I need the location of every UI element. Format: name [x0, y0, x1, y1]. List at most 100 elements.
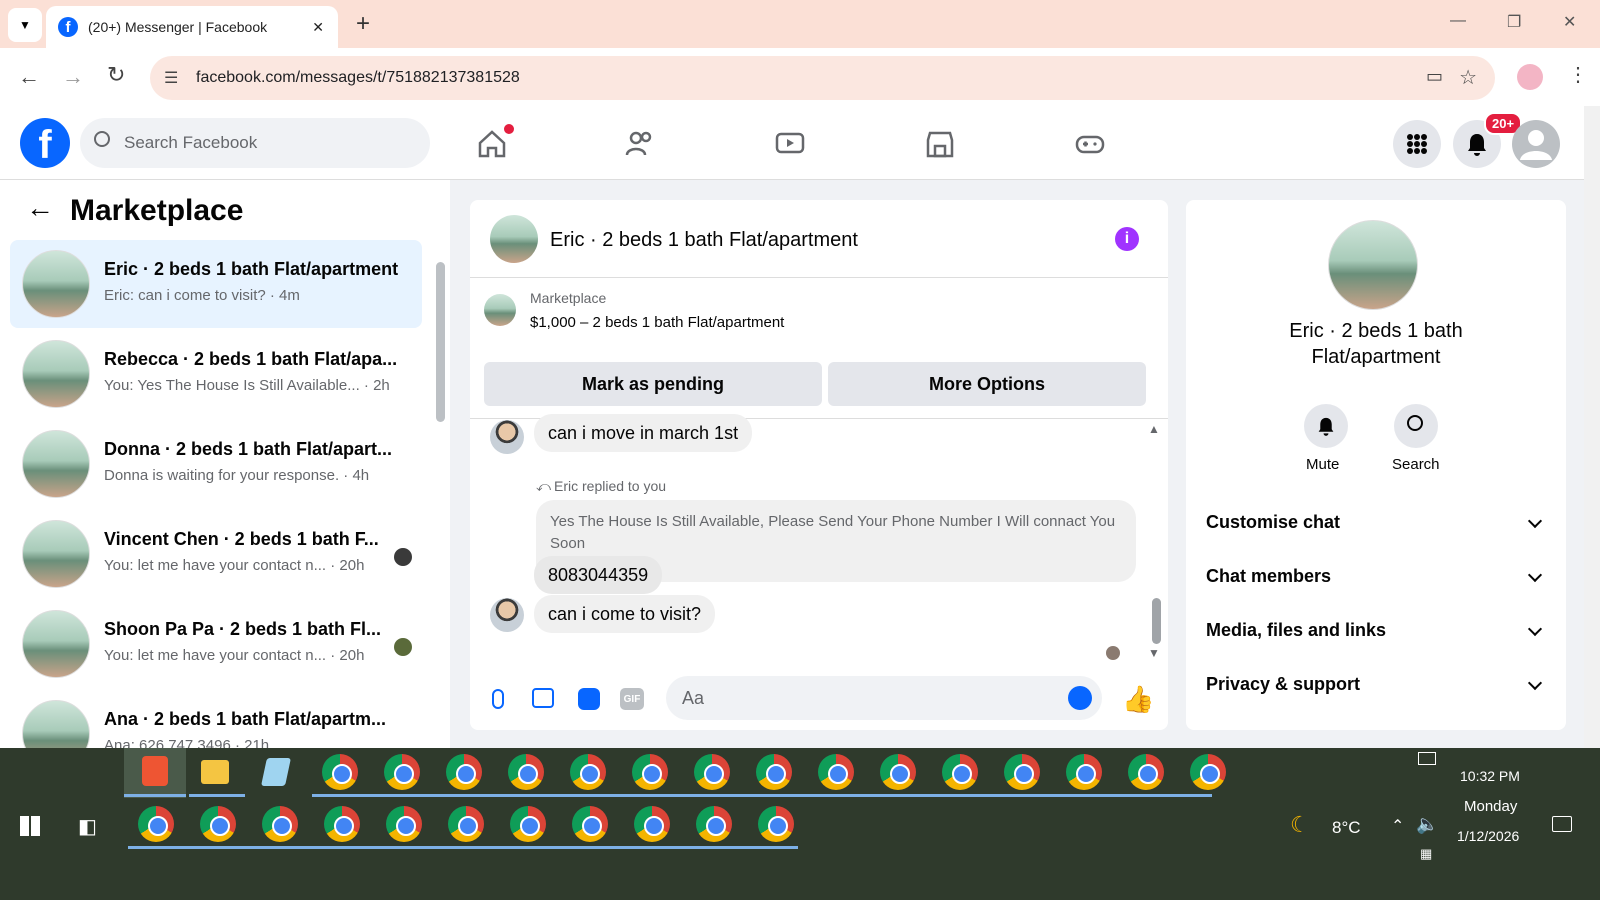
- new-tab-button[interactable]: +: [356, 10, 370, 38]
- like-icon[interactable]: 👍: [1122, 684, 1154, 715]
- media-files-links-section[interactable]: Media, files and links: [1206, 620, 1546, 641]
- browser-menu-icon[interactable]: ⋮: [1568, 62, 1588, 87]
- chrome-profile-icon[interactable]: [1066, 754, 1102, 790]
- chrome-profile-icon[interactable]: [384, 754, 420, 790]
- marketplace-nav-icon[interactable]: [920, 124, 960, 164]
- mark-as-pending-button[interactable]: Mark as pending: [484, 362, 822, 406]
- chrome-profile-icon[interactable]: [1128, 754, 1164, 790]
- chrome-profile-icon[interactable]: [632, 754, 668, 790]
- install-app-icon[interactable]: ▭: [1426, 66, 1443, 87]
- scroll-down-icon[interactable]: ▼: [1148, 646, 1160, 660]
- page-scrollbar[interactable]: [1584, 106, 1600, 748]
- account-avatar[interactable]: [1512, 120, 1560, 168]
- chrome-profile-icon[interactable]: [756, 754, 792, 790]
- network-icon[interactable]: ▦: [1420, 846, 1432, 862]
- profile-avatar-large: [1328, 220, 1418, 310]
- chrome-profile-icon[interactable]: [1004, 754, 1040, 790]
- privacy-support-section[interactable]: Privacy & support: [1206, 674, 1546, 695]
- chrome-profile-icon[interactable]: [572, 806, 608, 842]
- chrome-profile-icon[interactable]: [262, 806, 298, 842]
- speaker-icon[interactable]: 🔈: [1416, 814, 1438, 835]
- chrome-profile-icon[interactable]: [446, 754, 482, 790]
- chrome-profile-icon[interactable]: [942, 754, 978, 790]
- chrome-profile-icon[interactable]: [880, 754, 916, 790]
- notepad-icon[interactable]: [261, 758, 291, 786]
- start-button-windows-icon[interactable]: [20, 816, 40, 836]
- minimize-button[interactable]: —: [1450, 12, 1466, 30]
- restore-button[interactable]: ❐: [1507, 12, 1521, 32]
- url-text: facebook.com/messages/t/751882137381528: [196, 69, 520, 86]
- pinned-app-icon[interactable]: [124, 748, 186, 798]
- chrome-profile-icon[interactable]: [508, 754, 544, 790]
- tray-chevron-up-icon[interactable]: ⌃: [1391, 816, 1404, 836]
- customise-chat-section[interactable]: Customise chat: [1206, 512, 1546, 533]
- chrome-profile-icon[interactable]: [448, 806, 484, 842]
- forward-icon[interactable]: →: [62, 64, 84, 90]
- clock-date[interactable]: 1/12/2026: [1457, 828, 1519, 844]
- sticker-icon[interactable]: [578, 688, 600, 710]
- chrome-profile-icon[interactable]: [1190, 754, 1226, 790]
- conversation-item-donna[interactable]: Donna · 2 beds 1 bath Flat/apart... Donn…: [10, 420, 422, 508]
- video-nav-icon[interactable]: [770, 124, 810, 164]
- chrome-profile-icon[interactable]: [138, 806, 174, 842]
- conversation-item-vincent[interactable]: Vincent Chen · 2 beds 1 bath F... You: l…: [10, 510, 422, 598]
- chrome-profile-icon[interactable]: [510, 806, 546, 842]
- chat-title[interactable]: Eric · 2 beds 1 bath Flat/apartment: [550, 229, 858, 252]
- photo-icon[interactable]: [532, 688, 554, 708]
- conversation-item-shoon[interactable]: Shoon Pa Pa · 2 beds 1 bath Fl... You: l…: [10, 600, 422, 688]
- bookmark-star-icon[interactable]: ☆: [1459, 65, 1477, 90]
- menu-grid-icon[interactable]: [1393, 120, 1441, 168]
- search-in-chat-button[interactable]: [1394, 404, 1438, 448]
- close-tab-icon[interactable]: ✕: [312, 19, 324, 36]
- chrome-profile-icon[interactable]: [818, 754, 854, 790]
- reload-icon[interactable]: ↻: [107, 62, 125, 88]
- task-view-icon[interactable]: ◧: [78, 814, 97, 839]
- conversation-item-eric[interactable]: Eric · 2 beds 1 bath Flat/apartment Eric…: [10, 240, 422, 328]
- chrome-profile-icon[interactable]: [694, 754, 730, 790]
- emoji-icon[interactable]: [1068, 686, 1092, 710]
- profile-avatar-icon[interactable]: [1517, 64, 1543, 90]
- scroll-up-icon[interactable]: ▲: [1148, 422, 1160, 436]
- mute-button[interactable]: [1304, 404, 1348, 448]
- tab-list-icon[interactable]: ▼: [8, 8, 42, 42]
- browser-tab[interactable]: f (20+) Messenger | Facebook ✕: [46, 6, 338, 48]
- address-bar[interactable]: ☰ facebook.com/messages/t/75188213738152…: [150, 56, 1495, 100]
- facebook-logo[interactable]: f: [20, 118, 70, 168]
- conversation-item-rebecca[interactable]: Rebecca · 2 beds 1 bath Flat/apa... You:…: [10, 330, 422, 418]
- chat-scrollbar[interactable]: [1152, 598, 1161, 644]
- info-icon[interactable]: i: [1115, 227, 1139, 251]
- chrome-profile-icon[interactable]: [324, 806, 360, 842]
- listing-thumbnail: [22, 610, 90, 678]
- gaming-nav-icon[interactable]: [1070, 124, 1110, 164]
- close-window-button[interactable]: ✕: [1563, 12, 1576, 32]
- search-icon: [94, 131, 110, 147]
- chrome-profile-icon[interactable]: [696, 806, 732, 842]
- more-options-button[interactable]: More Options: [828, 362, 1146, 406]
- friends-nav-icon[interactable]: [620, 124, 660, 164]
- chrome-profile-icon[interactable]: [200, 806, 236, 842]
- notification-center-icon[interactable]: [1552, 816, 1572, 832]
- display-icon[interactable]: [1418, 752, 1436, 765]
- conversation-item-ana[interactable]: Ana · 2 beds 1 bath Flat/apartm... Ana: …: [10, 690, 422, 748]
- microphone-icon[interactable]: [492, 689, 504, 709]
- chrome-profile-icon[interactable]: [758, 806, 794, 842]
- chat-members-section[interactable]: Chat members: [1206, 566, 1546, 587]
- message-input[interactable]: Aa: [666, 676, 1102, 720]
- gif-icon[interactable]: GIF: [620, 688, 644, 710]
- chrome-profile-icon[interactable]: [570, 754, 606, 790]
- home-nav-icon[interactable]: [472, 124, 514, 164]
- search-input[interactable]: Search Facebook: [80, 118, 430, 168]
- conversation-scrollbar[interactable]: [436, 262, 445, 422]
- chrome-profile-icon[interactable]: [634, 806, 670, 842]
- chrome-profile-icon[interactable]: [386, 806, 422, 842]
- file-explorer-icon[interactable]: [201, 760, 229, 784]
- weather-temp[interactable]: 8°C: [1332, 818, 1361, 838]
- back-icon[interactable]: ←: [18, 64, 40, 90]
- chrome-icon[interactable]: [322, 754, 358, 790]
- clock-time[interactable]: 10:32 PM: [1460, 768, 1520, 784]
- listing-title[interactable]: $1,000 – 2 beds 1 bath Flat/apartment: [530, 314, 784, 331]
- site-info-icon[interactable]: ☰: [164, 68, 178, 88]
- clock-day[interactable]: Monday: [1464, 798, 1517, 815]
- chat-avatar[interactable]: [490, 215, 538, 263]
- back-arrow-icon[interactable]: ←: [26, 192, 54, 224]
